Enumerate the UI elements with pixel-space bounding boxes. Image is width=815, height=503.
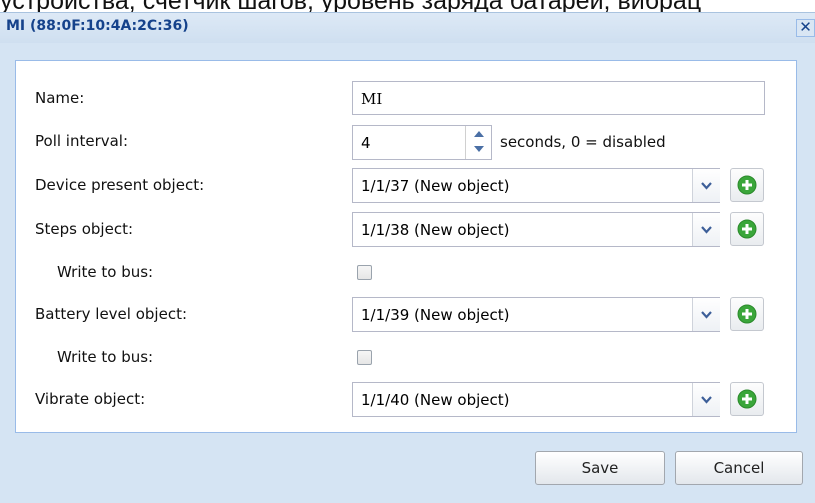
chevron-down-icon	[701, 311, 712, 319]
battery-level-select[interactable]: 1/1/39 (New object)	[352, 297, 720, 332]
name-input[interactable]: MI	[352, 81, 765, 115]
save-button[interactable]: Save	[535, 451, 665, 485]
spin-up-icon[interactable]	[470, 127, 488, 142]
device-present-value: 1/1/37 (New object)	[361, 177, 510, 195]
name-input-value: MI	[361, 90, 383, 108]
vibrate-label: Vibrate object:	[35, 390, 146, 408]
steps-write-to-bus-checkbox[interactable]	[357, 265, 372, 280]
combo-trigger[interactable]	[692, 213, 720, 246]
dialog-title: MI (88:0F:10:4A:2C:36)	[6, 18, 189, 34]
poll-interval-stepper[interactable]: 4	[352, 125, 492, 160]
battery-level-label: Battery level object:	[35, 305, 187, 323]
add-steps-button[interactable]	[730, 212, 764, 246]
steps-write-to-bus-label: Write to bus:	[57, 263, 154, 281]
add-vibrate-button[interactable]	[730, 382, 764, 416]
name-label: Name:	[35, 89, 85, 107]
combo-trigger[interactable]	[692, 169, 720, 202]
plus-circle-icon	[737, 219, 757, 239]
close-icon: ✕	[799, 18, 812, 36]
steps-select[interactable]: 1/1/38 (New object)	[352, 212, 720, 247]
spin-down-icon[interactable]	[470, 142, 488, 157]
battery-write-to-bus-label: Write to bus:	[57, 348, 154, 366]
cancel-button[interactable]: Cancel	[675, 451, 803, 485]
add-device-present-button[interactable]	[730, 168, 764, 202]
close-button[interactable]: ✕	[796, 19, 815, 37]
steps-value: 1/1/38 (New object)	[361, 221, 510, 239]
poll-interval-hint: seconds, 0 = disabled	[500, 133, 666, 151]
battery-level-value: 1/1/39 (New object)	[361, 306, 510, 324]
chevron-down-icon	[701, 226, 712, 234]
device-present-select[interactable]: 1/1/37 (New object)	[352, 168, 720, 203]
chevron-down-icon	[701, 182, 712, 190]
add-battery-level-button[interactable]	[730, 297, 764, 331]
device-present-label: Device present object:	[35, 176, 205, 194]
combo-trigger[interactable]	[692, 298, 720, 331]
vibrate-select[interactable]: 1/1/40 (New object)	[352, 382, 720, 417]
device-dialog: MI (88:0F:10:4A:2C:36) ✕ Name: MI Poll i…	[0, 12, 815, 503]
poll-interval-label: Poll interval:	[35, 132, 129, 150]
poll-interval-value: 4	[361, 134, 371, 152]
battery-write-to-bus-checkbox[interactable]	[357, 350, 372, 365]
spinner-arrows	[465, 126, 492, 159]
plus-circle-icon	[737, 175, 757, 195]
dialog-titlebar: MI (88:0F:10:4A:2C:36) ✕	[0, 13, 815, 43]
steps-label: Steps object:	[35, 220, 134, 238]
plus-circle-icon	[737, 304, 757, 324]
plus-circle-icon	[737, 389, 757, 409]
vibrate-value: 1/1/40 (New object)	[361, 391, 510, 409]
combo-trigger[interactable]	[692, 383, 720, 416]
chevron-down-icon	[701, 396, 712, 404]
